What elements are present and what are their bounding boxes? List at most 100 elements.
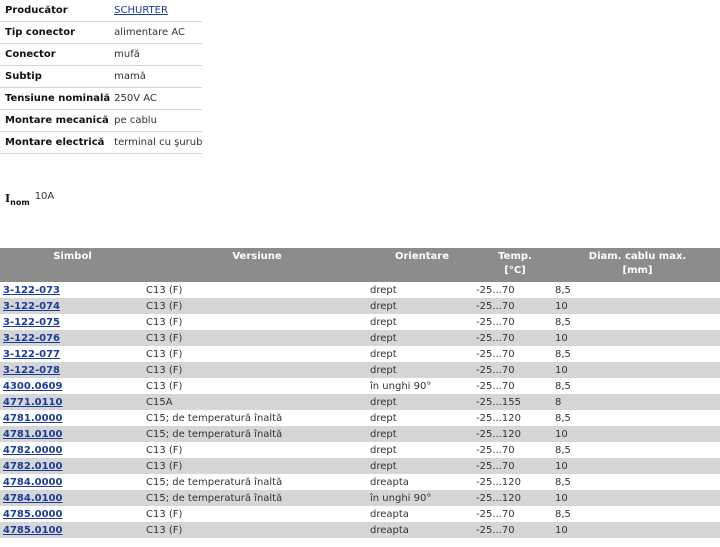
diameter-cell: 8,5 <box>555 348 571 360</box>
product-symbol-link[interactable]: 4781.0000 <box>3 413 62 424</box>
diameter-cell: 10 <box>555 522 720 538</box>
diameter-cell: 10 <box>555 330 720 346</box>
spec-row: Montare mecanică pe cablu <box>0 109 203 132</box>
product-symbol-link[interactable]: 3-122-076 <box>3 333 60 344</box>
product-symbol-link[interactable]: 3-122-073 <box>3 285 60 296</box>
table-row: 4781.0000 C15; de temperatură înaltă drept… <box>0 410 720 426</box>
orientation-cell: drept <box>369 426 475 442</box>
orientation-cell: drept <box>370 348 397 360</box>
symbol-cell: 4771.0110 <box>0 394 145 410</box>
product-symbol-link[interactable]: 4771.0110 <box>3 397 62 408</box>
inom-value: 10A <box>34 191 55 202</box>
diameter-cell: 10 <box>555 426 720 442</box>
temp-cell: -25...155 <box>475 394 555 410</box>
spec-label: Tip conector <box>0 21 111 44</box>
product-symbol-link[interactable]: 4300.0609 <box>3 381 62 392</box>
temp-cell: -25...70 <box>476 284 515 296</box>
temp-cell: -25...70 <box>475 458 555 474</box>
spec-value: mamă <box>110 65 203 88</box>
product-symbol-link[interactable]: 4784.0100 <box>3 493 62 504</box>
product-symbol-link[interactable]: 4785.0000 <box>3 509 62 520</box>
symbol-cell: 4782.0000 <box>0 442 145 458</box>
product-symbol-link[interactable]: 3-122-074 <box>3 301 60 312</box>
temp-cell: -25...120 <box>475 490 555 506</box>
product-symbol-link[interactable]: 4782.0100 <box>3 461 62 472</box>
table-row: 4771.0110 C15A drept -25...155 8 <box>0 394 720 410</box>
diameter-cell: 8,5 <box>555 508 571 520</box>
spec-row: Montare electrică terminal cu şurub <box>0 131 203 154</box>
product-symbol-link[interactable]: 4781.0100 <box>3 429 62 440</box>
temp-cell: -25...120 <box>476 412 521 424</box>
orientation-cell: dreapta <box>370 508 409 520</box>
symbol-cell: 4784.0000 <box>0 474 145 490</box>
manufacturer-link[interactable]: SCHURTER <box>114 5 168 16</box>
table-row: 4784.0100 C15; de temperatură înaltă în un… <box>0 490 720 506</box>
version-cell: C13 (F) <box>145 458 369 474</box>
spec-label: Producător <box>0 0 111 22</box>
version-cell: C13 (F) <box>145 522 369 538</box>
symbol-cell: 4300.0609 <box>0 378 145 394</box>
product-symbol-link[interactable]: 3-122-077 <box>3 349 60 360</box>
header-temp: Temp. [°C] <box>475 248 555 282</box>
temp-cell: -25...70 <box>475 522 555 538</box>
orientation-cell: drept <box>370 284 397 296</box>
version-cell: C15; de temperatură înaltă <box>145 490 369 506</box>
symbol-cell: 3-122-076 <box>0 330 145 346</box>
temp-cell: -25...120 <box>475 426 555 442</box>
products-body: 3-122-073 C13 (F) drept -25...70 8,5 3-122-07… <box>0 282 720 538</box>
spec-row: Tip conector alimentare AC <box>0 21 203 44</box>
products-table: Simbol Versiune Orientare Temp. [°C] Diam… <box>0 248 720 538</box>
table-row: 3-122-075 C13 (F) drept -25...70 8,5 <box>0 314 720 330</box>
diameter-cell: 8,5 <box>555 444 571 456</box>
table-row: 4782.0000 C13 (F) drept -25...70 8,5 <box>0 442 720 458</box>
orientation-cell: drept <box>369 362 475 378</box>
product-symbol-link[interactable]: 4782.0000 <box>3 445 62 456</box>
product-symbol-link[interactable]: 3-122-078 <box>3 365 60 376</box>
spec-value: 250V AC <box>110 87 203 110</box>
symbol-cell: 4781.0000 <box>0 410 145 426</box>
diameter-cell: 8,5 <box>555 412 571 424</box>
symbol-cell: 4782.0100 <box>0 458 145 474</box>
version-cell: C15; de temperatură înaltă <box>145 426 369 442</box>
temp-cell: -25...120 <box>476 476 521 488</box>
specs-body: Producător SCHURTER Tip conector alimentare… <box>0 0 203 154</box>
diameter-cell: 10 <box>555 298 720 314</box>
product-symbol-link[interactable]: 4785.0100 <box>3 525 62 536</box>
version-cell: C13 (F) <box>145 298 369 314</box>
table-row: 3-122-078 C13 (F) drept -25...70 10 <box>0 362 720 378</box>
spec-row: Conector mufă <box>0 43 203 66</box>
product-symbol-link[interactable]: 3-122-075 <box>3 317 60 328</box>
table-row: 3-122-077 C13 (F) drept -25...70 8,5 <box>0 346 720 362</box>
header-version: Versiune <box>145 248 369 282</box>
symbol-cell: 4781.0100 <box>0 426 145 442</box>
table-row: 3-122-074 C13 (F) drept -25...70 10 <box>0 298 720 314</box>
symbol-cell: 3-122-077 <box>0 346 145 362</box>
orientation-cell: în unghi 90° <box>369 490 475 506</box>
spec-value-cell: SCHURTER <box>110 0 203 22</box>
temp-cell: -25...70 <box>475 362 555 378</box>
orientation-cell: drept <box>370 412 397 424</box>
header-diameter-line2: [mm] <box>622 265 653 276</box>
diameter-cell: 8,5 <box>555 284 571 296</box>
product-symbol-link[interactable]: 4784.0000 <box>3 477 62 488</box>
specs-table: Producător SCHURTER Tip conector alimentare… <box>0 0 203 154</box>
inom-symbol: Inom <box>5 192 30 207</box>
header-diameter: Diam. cablu max. [mm] <box>555 248 720 282</box>
spec-label: Montare electrică <box>0 131 111 154</box>
temp-cell: -25...70 <box>476 348 515 360</box>
orientation-cell: drept <box>370 444 397 456</box>
table-row: 4782.0100 C13 (F) drept -25...70 10 <box>0 458 720 474</box>
diameter-cell: 8,5 <box>555 380 571 392</box>
spec-value: mufă <box>110 43 203 66</box>
diameter-cell: 10 <box>555 458 720 474</box>
version-cell: C15; de temperatură înaltă <box>146 412 283 424</box>
symbol-cell: 4785.0000 <box>0 506 145 522</box>
spec-row: Producător SCHURTER <box>0 0 203 22</box>
table-header-row: Simbol Versiune Orientare Temp. [°C] Diam… <box>0 248 720 282</box>
temp-cell: -25...70 <box>476 380 515 392</box>
version-cell: C13 (F) <box>145 330 369 346</box>
orientation-cell: în unghi 90° <box>370 380 432 392</box>
orientation-cell: drept <box>369 394 475 410</box>
temp-cell: -25...70 <box>476 444 515 456</box>
diameter-cell: 8,5 <box>555 476 571 488</box>
